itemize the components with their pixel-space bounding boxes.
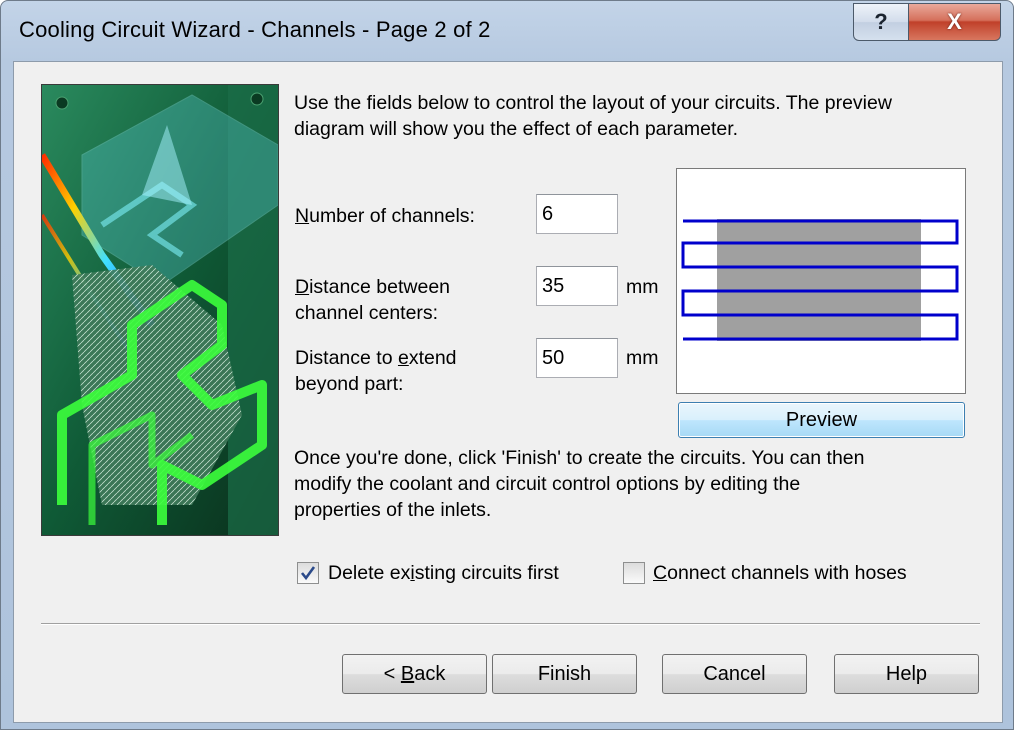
delete-existing-checkbox[interactable] (297, 562, 319, 584)
distance-between-unit: mm (626, 276, 659, 298)
wizard-illustration (41, 84, 279, 536)
accel-key: B (400, 662, 415, 685)
intro-line-2: diagram will show you the effect of each… (294, 118, 739, 140)
distance-between-label: Distance between channel centers: (295, 274, 450, 326)
num-channels-label: Number of channels: (295, 203, 475, 229)
label-text-post: sting circuits first (414, 562, 559, 584)
connect-hoses-label[interactable]: Connect channels with hoses (653, 560, 907, 586)
cancel-button[interactable]: Cancel (662, 654, 807, 694)
connect-hoses-checkbox[interactable] (623, 562, 645, 584)
intro-text: Use the fields below to control the layo… (294, 90, 892, 142)
accel-key: C (653, 562, 668, 584)
finish-instructions: Once you're done, click 'Finish' to crea… (294, 445, 864, 523)
checkmark-icon (300, 566, 316, 581)
label-text: Delete ex (328, 562, 411, 584)
preview-button[interactable]: Preview (678, 402, 965, 438)
label-text: umber of channels: (309, 205, 475, 227)
accel-key: D (295, 276, 310, 298)
label-text-post: xtend (408, 347, 457, 369)
delete-existing-label[interactable]: Delete existing circuits first (328, 560, 559, 586)
separator (41, 623, 980, 625)
label-text: onnect channels with hoses (667, 562, 907, 584)
help-title-button[interactable]: ? (853, 3, 909, 41)
finish-line-3: properties of the inlets. (294, 499, 492, 521)
dialog-body: Use the fields below to control the layo… (13, 61, 1003, 723)
label-text-line2: channel centers: (295, 302, 439, 324)
close-icon: X (947, 9, 962, 34)
label-text: < (383, 662, 401, 685)
finish-button[interactable]: Finish (492, 654, 637, 694)
finish-line-2: modify the coolant and circuit control o… (294, 473, 801, 495)
channel-layout-preview (681, 219, 959, 341)
finish-line-1: Once you're done, click 'Finish' to crea… (294, 447, 865, 469)
back-button[interactable]: < Back (342, 654, 487, 694)
question-mark-icon: ? (874, 9, 888, 34)
title-bar[interactable]: Cooling Circuit Wizard - Channels - Page… (1, 1, 1013, 59)
label-text-line2: beyond part: (295, 373, 404, 395)
label-text: istance between (309, 276, 451, 298)
distance-extend-label: Distance to extend beyond part: (295, 345, 457, 397)
distance-extend-unit: mm (626, 347, 659, 369)
accel-key: N (295, 205, 310, 227)
num-channels-input[interactable] (536, 194, 618, 234)
accel-key: e (397, 347, 409, 369)
cooling-circuit-illustration-icon (42, 85, 278, 535)
preview-diagram (676, 168, 966, 394)
distance-between-input[interactable] (536, 266, 618, 306)
wizard-window: Cooling Circuit Wizard - Channels - Page… (0, 0, 1014, 730)
label-text: Distance to (295, 347, 398, 369)
intro-line-1: Use the fields below to control the layo… (294, 92, 892, 114)
window-title: Cooling Circuit Wizard - Channels - Page… (19, 17, 491, 42)
part-outline (717, 219, 921, 341)
label-text-post: ack (414, 662, 446, 685)
help-button[interactable]: Help (834, 654, 979, 694)
distance-extend-input[interactable] (536, 338, 618, 378)
close-button[interactable]: X (908, 3, 1001, 41)
